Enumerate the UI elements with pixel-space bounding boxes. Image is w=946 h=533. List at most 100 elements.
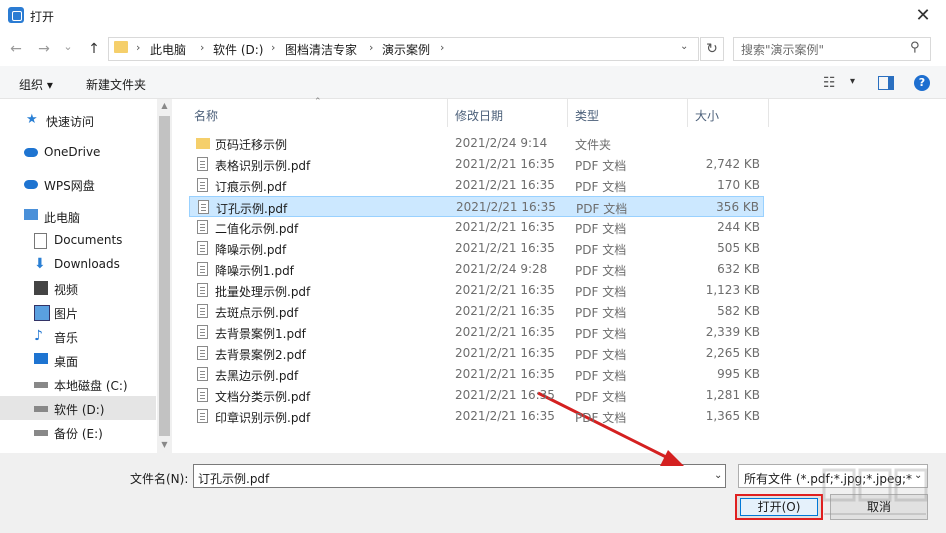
help-icon[interactable]: ? (914, 75, 930, 91)
filename-value[interactable]: 订孔示例.pdf (198, 470, 269, 487)
music-icon: ♪ (34, 328, 43, 344)
column-divider[interactable] (687, 99, 688, 127)
breadcrumb-drive-d[interactable]: 软件 (D:) (213, 41, 263, 58)
file-name: 印章识别示例.pdf (215, 411, 311, 425)
sidebar-scroll-thumb[interactable] (159, 116, 170, 436)
sidebar-item[interactable]: Documents (0, 228, 156, 252)
filename-label: 文件名(N): (130, 472, 189, 486)
close-button[interactable]: ✕ (900, 0, 946, 32)
open-button[interactable]: 打开(O) (740, 498, 818, 516)
file-name: 表格识别示例.pdf (215, 159, 311, 173)
file-size: 995 KB (717, 367, 760, 381)
file-row[interactable]: 去斑点示例.pdf 2021/2/21 16:35 PDF 文档 582 KB (189, 301, 764, 322)
breadcrumb-app-folder[interactable]: 图档清洁专家 (285, 41, 357, 58)
column-type[interactable]: 类型 (575, 107, 599, 124)
file-row[interactable]: 去背景案例1.pdf 2021/2/21 16:35 PDF 文档 2,339 KB (189, 322, 764, 343)
file-row[interactable]: 批量处理示例.pdf 2021/2/21 16:35 PDF 文档 1,123 KB (189, 280, 764, 301)
file-row[interactable]: 降噪示例1.pdf 2021/2/24 9:28 PDF 文档 632 KB (189, 259, 764, 280)
file-name: 去背景案例2.pdf (215, 348, 306, 362)
file-row[interactable]: 订孔示例.pdf 2021/2/21 16:35 PDF 文档 356 KB (189, 196, 764, 217)
sidebar-item[interactable]: WPS网盘 (0, 172, 156, 196)
forward-arrow-icon[interactable]: → (34, 39, 54, 59)
file-name: 降噪示例.pdf (215, 243, 287, 257)
view-dropdown-icon[interactable]: ▾ (850, 76, 855, 87)
filename-dropdown-icon[interactable]: ⌄ (714, 470, 722, 481)
breadcrumb-separator: › (369, 41, 374, 54)
sidebar-item-label: WPS网盘 (44, 179, 95, 193)
file-name: 降噪示例1.pdf (215, 264, 294, 278)
folder-icon (196, 138, 210, 149)
file-size: 244 KB (717, 220, 760, 234)
refresh-icon[interactable]: ↻ (700, 37, 724, 61)
column-divider[interactable] (567, 99, 568, 127)
file-row[interactable]: 去黑边示例.pdf 2021/2/21 16:35 PDF 文档 995 KB (189, 364, 764, 385)
file-name: 去斑点示例.pdf (215, 306, 299, 320)
file-type: PDF 文档 (575, 264, 627, 278)
file-date: 2021/2/21 16:35 (455, 325, 555, 339)
file-size: 356 KB (716, 200, 759, 214)
scroll-down-icon[interactable]: ▼ (157, 440, 172, 449)
file-type: 文件夹 (575, 138, 612, 152)
pdf-file-icon (197, 409, 208, 423)
cloud-icon (24, 148, 38, 157)
file-row[interactable]: 去背景案例2.pdf 2021/2/21 16:35 PDF 文档 2,265 KB (189, 343, 764, 364)
column-size[interactable]: 大小 (695, 107, 719, 124)
sidebar-item[interactable]: 桌面 (0, 348, 156, 372)
sidebar-item[interactable]: 此电脑 (0, 204, 156, 228)
sidebar-item[interactable]: ★ 快速访问 (0, 108, 156, 132)
organize-button[interactable]: 组织 ▾ (19, 76, 53, 93)
sidebar-item[interactable]: 备份 (E:) (0, 420, 156, 444)
sidebar-item-label: OneDrive (44, 145, 101, 159)
file-date: 2021/2/21 16:35 (455, 157, 555, 171)
column-name[interactable]: 名称 (194, 107, 218, 124)
sidebar-item-label: Documents (54, 233, 123, 247)
sidebar-item-label: 视频 (54, 283, 79, 297)
file-row[interactable]: 印章识别示例.pdf 2021/2/21 16:35 PDF 文档 1,365 KB (189, 406, 764, 427)
scroll-up-icon[interactable]: ▲ (157, 101, 172, 110)
desktop-icon (34, 353, 48, 364)
sidebar-item[interactable]: 本地磁盘 (C:) (0, 372, 156, 396)
recent-locations-icon[interactable]: ⌄ (58, 37, 78, 57)
sidebar-item[interactable]: 软件 (D:) (0, 396, 156, 420)
pdf-file-icon (197, 241, 208, 255)
address-dropdown-icon[interactable]: ⌄ (680, 41, 688, 52)
drive-icon (34, 406, 48, 412)
sidebar-item[interactable]: ⬇ Downloads (0, 252, 156, 276)
back-arrow-icon[interactable]: ← (6, 39, 26, 59)
file-type: PDF 文档 (576, 202, 628, 216)
file-name: 页码迁移示例 (215, 138, 288, 152)
column-divider[interactable] (447, 99, 448, 127)
sidebar-item-label: Downloads (54, 257, 120, 271)
file-type: PDF 文档 (575, 411, 627, 425)
up-arrow-icon[interactable]: ↑ (84, 39, 104, 59)
preview-pane-icon[interactable] (878, 76, 894, 90)
file-row[interactable]: 二值化示例.pdf 2021/2/21 16:35 PDF 文档 244 KB (189, 217, 764, 238)
new-folder-button[interactable]: 新建文件夹 (86, 76, 146, 93)
file-row[interactable]: 表格识别示例.pdf 2021/2/21 16:35 PDF 文档 2,742 KB (189, 154, 764, 175)
pdf-file-icon (198, 200, 209, 214)
file-row[interactable]: 订痕示例.pdf 2021/2/21 16:35 PDF 文档 170 KB (189, 175, 764, 196)
file-size: 1,365 KB (705, 409, 760, 423)
view-options-icon[interactable]: ☷ (823, 75, 836, 91)
file-name: 去黑边示例.pdf (215, 369, 299, 383)
watermark-logo (822, 468, 928, 515)
file-row[interactable]: 文档分类示例.pdf 2021/2/21 16:35 PDF 文档 1,281 KB (189, 385, 764, 406)
file-date: 2021/2/21 16:35 (455, 220, 555, 234)
filename-input[interactable] (193, 464, 726, 488)
sidebar-item[interactable]: OneDrive (0, 140, 156, 164)
column-divider[interactable] (768, 99, 769, 127)
file-type: PDF 文档 (575, 327, 627, 341)
window-title: 打开 (30, 10, 55, 24)
search-icon: ⚲ (910, 40, 920, 55)
column-date[interactable]: 修改日期 (455, 107, 503, 124)
sidebar-item[interactable]: 视频 (0, 276, 156, 300)
file-row[interactable]: 降噪示例.pdf 2021/2/21 16:35 PDF 文档 505 KB (189, 238, 764, 259)
sidebar-item[interactable]: ♪ 音乐 (0, 324, 156, 348)
file-size: 582 KB (717, 304, 760, 318)
file-name: 去背景案例1.pdf (215, 327, 306, 341)
breadcrumb-this-pc[interactable]: 此电脑 (150, 41, 186, 58)
file-row[interactable]: 页码迁移示例 2021/2/24 9:14 文件夹 (189, 133, 764, 154)
sidebar-item-label: 桌面 (54, 355, 79, 369)
breadcrumb-demo-folder[interactable]: 演示案例 (382, 41, 430, 58)
sidebar-item[interactable]: 图片 (0, 300, 156, 324)
